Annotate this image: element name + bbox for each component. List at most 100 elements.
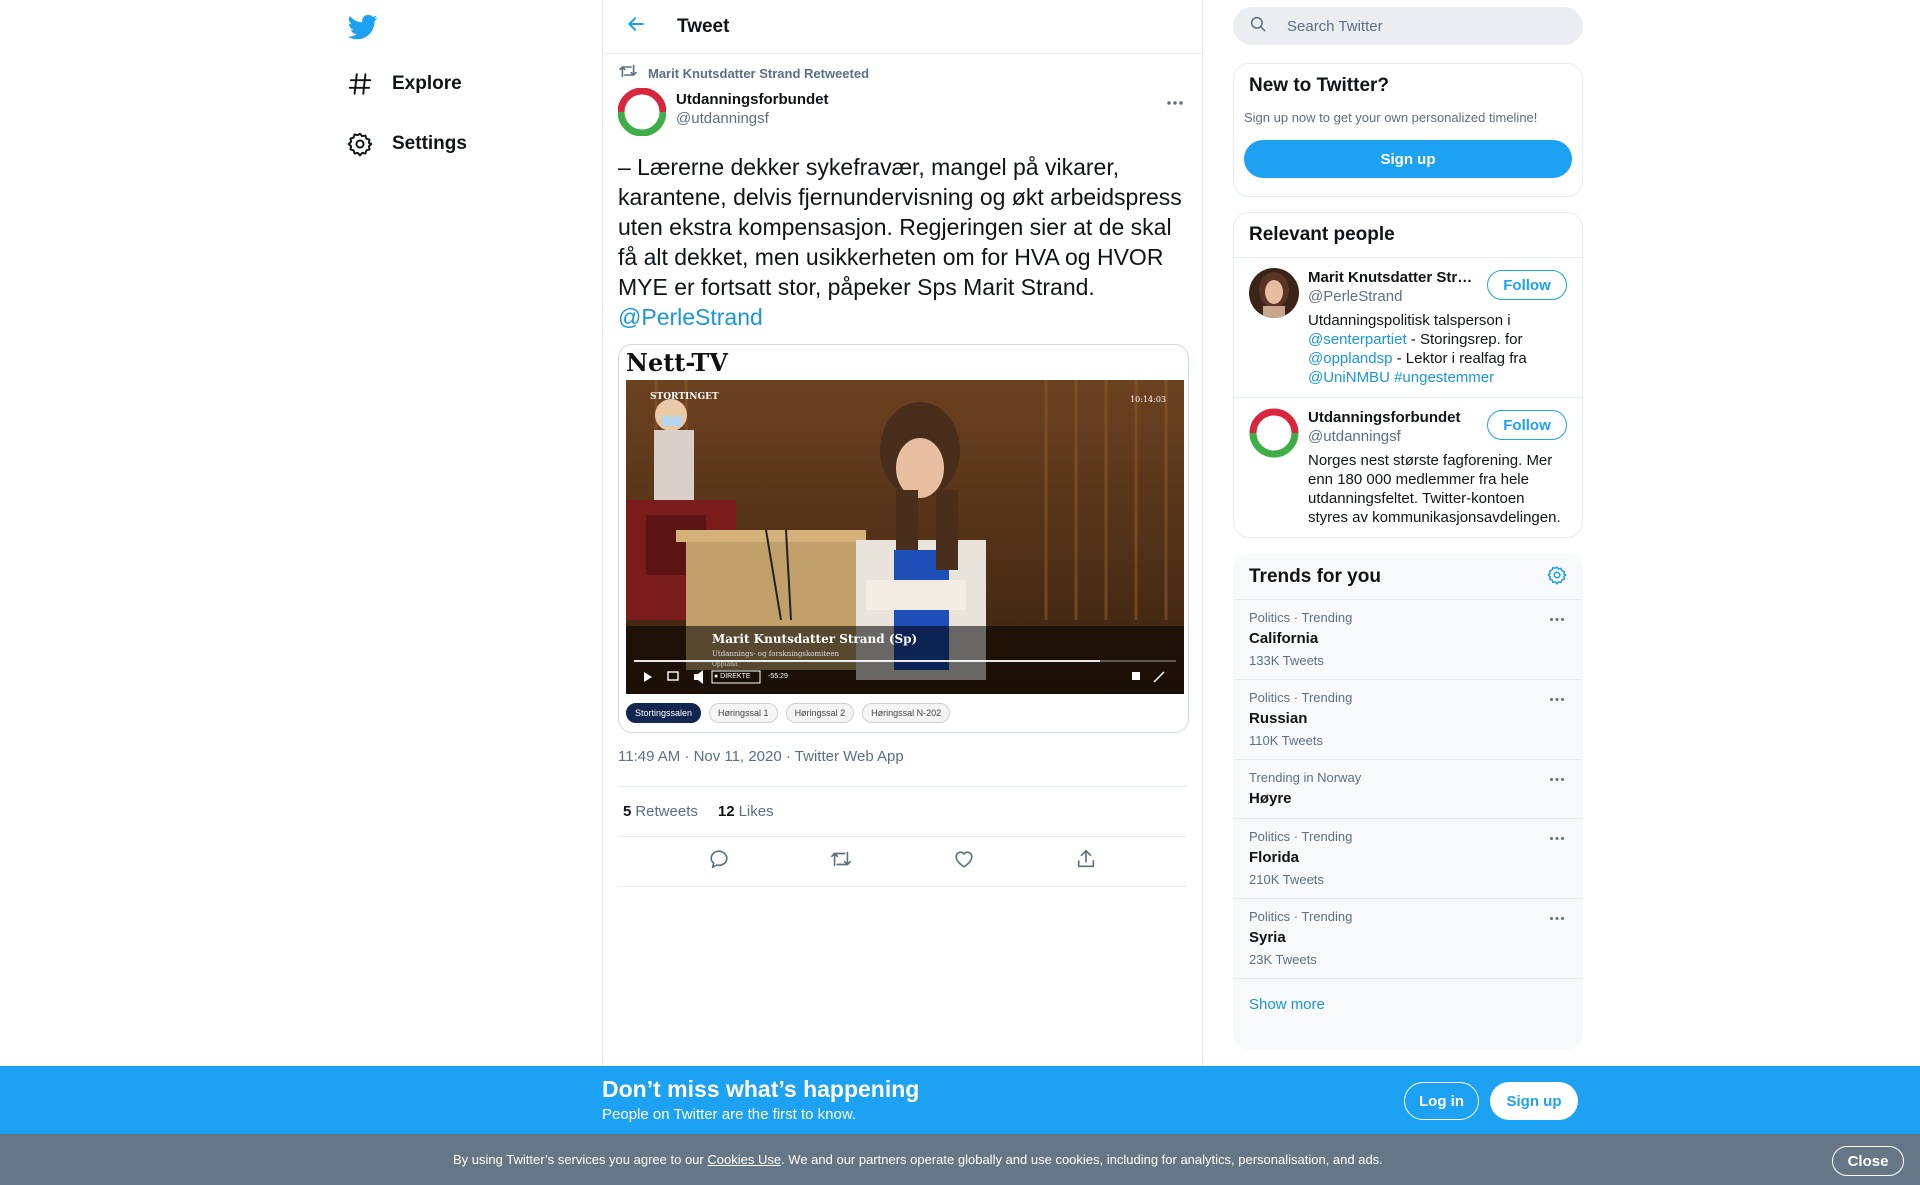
tweet-metadata: 11:49 AM · Nov 11, 2020 · Twitter Web Ap… xyxy=(618,747,1187,787)
person-bio: Utdanningspolitisk talsperson i @senterp… xyxy=(1308,311,1567,387)
tweet-timestamp[interactable]: 11:49 AM · Nov 11, 2020 xyxy=(618,748,782,765)
nav-item-label: Settings xyxy=(392,133,467,154)
media-header: Nett-TV xyxy=(626,348,728,377)
gear-icon xyxy=(346,130,374,158)
trend-count: 210K Tweets xyxy=(1249,872,1324,887)
person-bio: Norges nest største fagforening. Mer enn… xyxy=(1308,452,1561,526)
retweet-icon xyxy=(618,63,638,84)
lower-third-committee: Utdannings- og forskningskomiteen xyxy=(712,650,839,658)
trend-item[interactable]: Politics · Trending Syria 23K Tweets xyxy=(1234,899,1582,979)
likes-count-link[interactable]: 12 Likes xyxy=(718,803,774,820)
person-name[interactable]: Marit Knutsdatter Strand xyxy=(1308,268,1478,287)
person-item[interactable]: Marit Knutsdatter Strand @PerleStrand Ut… xyxy=(1234,258,1582,398)
cookie-text-after: . We and our partners operate globally a… xyxy=(781,1152,1383,1167)
bio-text: - Storingsrep. for xyxy=(1406,331,1523,348)
media-tab[interactable]: Høringssal 1 xyxy=(709,703,778,723)
more-options-button[interactable] xyxy=(1163,90,1187,114)
arrow-left-icon xyxy=(626,14,646,39)
retweet-icon xyxy=(830,848,852,875)
rewind-icon[interactable] xyxy=(666,668,682,684)
live-time: -55:29 xyxy=(768,673,788,680)
signup-button[interactable]: Sign up xyxy=(1244,140,1572,178)
new-to-twitter-card: New to Twitter? Sign up now to get your … xyxy=(1233,63,1583,197)
card-title: Relevant people xyxy=(1249,224,1395,245)
video-settings-icon[interactable] xyxy=(1128,668,1144,684)
follow-button[interactable]: Follow xyxy=(1487,410,1567,440)
trend-count: 110K Tweets xyxy=(1249,733,1323,748)
card-title: Trends for you xyxy=(1249,566,1381,587)
close-button[interactable]: Close xyxy=(1832,1146,1904,1176)
more-dots-icon[interactable] xyxy=(1547,690,1567,708)
card-header: Trends for you xyxy=(1234,555,1582,600)
bio-mention-link[interactable]: @opplandsp xyxy=(1308,350,1392,367)
tweet: Marit Knutsdatter Strand Retweeted Utdan… xyxy=(603,54,1202,887)
relevant-people-card: Relevant people Marit Knutsdatter Strand… xyxy=(1233,212,1583,538)
tweet-stats: 5 Retweets 12 Likes xyxy=(618,787,1187,837)
share-button[interactable] xyxy=(1069,845,1103,879)
tweet-body: – Lærerne dekker sykefravær, mangel på v… xyxy=(618,154,1182,300)
trend-context: Politics · Trending xyxy=(1249,829,1353,844)
back-button[interactable] xyxy=(619,10,653,44)
bio-mention-link[interactable]: @senterpartiet xyxy=(1308,331,1407,348)
show-more-link[interactable]: Show more xyxy=(1234,979,1582,1029)
signup-button[interactable]: Sign up xyxy=(1490,1082,1578,1120)
share-icon xyxy=(1075,848,1097,875)
login-button[interactable]: Log in xyxy=(1404,1082,1479,1120)
trend-name: Florida xyxy=(1249,849,1300,866)
media-tab[interactable]: Høringssal 2 xyxy=(785,703,855,723)
person-name[interactable]: Utdanningsforbundet xyxy=(1308,408,1478,427)
trend-item[interactable]: Politics · Trending Russian 110K Tweets xyxy=(1234,680,1582,760)
more-dots-icon[interactable] xyxy=(1547,909,1567,927)
trend-item[interactable]: Politics · Trending California 133K Twee… xyxy=(1234,600,1582,680)
bio-hashtag-link[interactable]: #ungestemmer xyxy=(1394,369,1494,386)
tweet-source[interactable]: Twitter Web App xyxy=(795,748,904,765)
retweet-label: Marit Knutsdatter Strand Retweeted xyxy=(648,65,870,81)
live-badge: ● DIREKTE xyxy=(714,673,751,680)
media-tab[interactable]: Høringssal N-202 xyxy=(862,703,951,723)
cookie-text-before: By using Twitter’s services you agree to… xyxy=(453,1152,708,1167)
follow-button[interactable]: Follow xyxy=(1487,270,1567,300)
bio-mention-link[interactable]: @UniNMBU xyxy=(1308,369,1390,386)
card-header: Relevant people xyxy=(1234,213,1582,258)
video-frame[interactable]: STORTINGET 10:14:03 Marit Knutsdatter St… xyxy=(626,380,1184,694)
media-tab[interactable]: Stortingssalen xyxy=(626,703,702,723)
reply-icon xyxy=(708,848,730,875)
cookie-consent-bar: By using Twitter’s services you agree to… xyxy=(0,1134,1920,1185)
trend-context: Politics · Trending xyxy=(1249,690,1353,705)
tweet-mention-link[interactable]: @PerleStrand xyxy=(618,304,763,330)
stortinget-logo: STORTINGET xyxy=(650,392,719,402)
search-bar[interactable] xyxy=(1233,7,1583,45)
person-item[interactable]: Utdanningsforbundet @utdanningsf Norges … xyxy=(1234,398,1582,537)
tweet-text: – Lærerne dekker sykefravær, mangel på v… xyxy=(618,152,1187,332)
author-handle[interactable]: @utdanningsf xyxy=(676,109,828,128)
more-dots-icon[interactable] xyxy=(1547,829,1567,847)
fullscreen-icon[interactable] xyxy=(1152,668,1168,684)
trend-item[interactable]: Politics · Trending Florida 210K Tweets xyxy=(1234,819,1582,899)
retweets-count-link[interactable]: 5 Retweets xyxy=(623,803,698,820)
nav-item-explore[interactable]: Explore xyxy=(346,64,462,104)
trend-name: Høyre xyxy=(1249,790,1292,807)
tweet-header: Tweet xyxy=(603,0,1202,54)
reply-button[interactable] xyxy=(702,845,736,879)
tweet-column: Tweet Marit Knutsdatter Strand Retweeted xyxy=(602,0,1203,1066)
retweet-button[interactable] xyxy=(824,845,858,879)
author-name[interactable]: Utdanningsforbundet xyxy=(676,90,828,109)
banner-title: Don’t miss what’s happening xyxy=(602,1076,920,1102)
play-icon[interactable] xyxy=(640,668,656,684)
trend-item[interactable]: Trending in Norway Høyre xyxy=(1234,760,1582,819)
gear-icon[interactable] xyxy=(1547,565,1567,590)
like-button[interactable] xyxy=(947,845,981,879)
volume-icon[interactable] xyxy=(692,668,708,684)
cookie-text: By using Twitter’s services you agree to… xyxy=(453,1152,1383,1167)
tweet-actions xyxy=(618,837,1187,887)
search-input[interactable] xyxy=(1287,17,1557,35)
avatar[interactable] xyxy=(617,87,667,137)
twitter-bird-icon[interactable] xyxy=(347,12,378,42)
avatar[interactable] xyxy=(1249,268,1299,318)
cookies-use-link[interactable]: Cookies Use xyxy=(707,1152,781,1167)
more-dots-icon[interactable] xyxy=(1547,770,1567,788)
avatar[interactable] xyxy=(1249,408,1299,458)
tweet-media-card[interactable]: Nett-TV STORTINGET 10:14:03 Marit Knutsd… xyxy=(618,344,1189,733)
nav-item-settings[interactable]: Settings xyxy=(346,124,467,164)
more-dots-icon[interactable] xyxy=(1547,610,1567,628)
